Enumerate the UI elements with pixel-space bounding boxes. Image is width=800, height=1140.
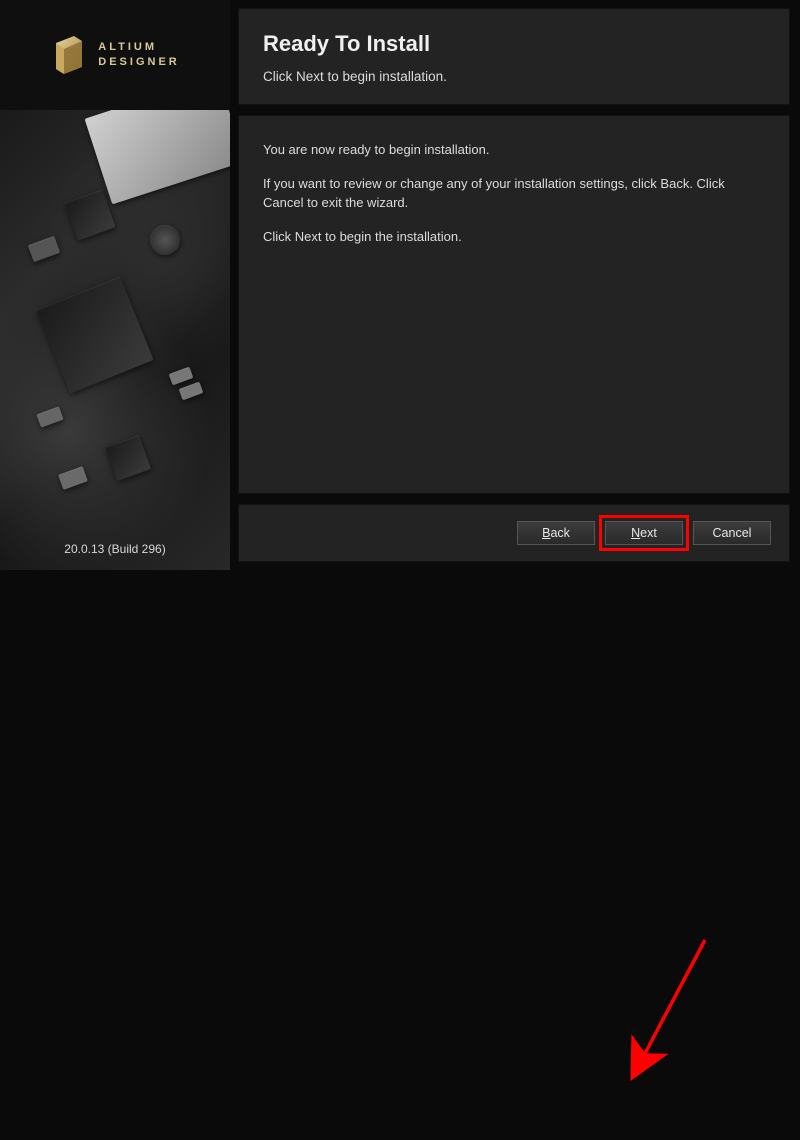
page-title: Ready To Install	[263, 31, 765, 57]
body-text-3: Click Next to begin the installation.	[263, 227, 765, 247]
body-text-2: If you want to review or change any of y…	[263, 174, 765, 213]
pcb-component-icon	[58, 466, 88, 490]
main-content: Ready To Install Click Next to begin ins…	[230, 0, 800, 570]
cancel-button[interactable]: Cancel	[693, 521, 771, 545]
footer-panel: Back Next Cancel	[238, 504, 790, 562]
pcb-component-icon	[179, 382, 204, 401]
pcb-component-icon	[105, 435, 151, 481]
pcb-component-icon	[64, 189, 115, 240]
pcb-component-icon	[36, 276, 153, 393]
back-button-label-rest: ack	[550, 526, 569, 540]
pcb-component-icon	[85, 110, 230, 204]
pcb-component-icon	[36, 406, 63, 427]
back-button[interactable]: Back	[517, 521, 595, 545]
cancel-button-label: Cancel	[713, 526, 752, 540]
version-label: 20.0.13 (Build 296)	[0, 542, 230, 556]
brand-name: ALTIUM DESIGNER	[98, 40, 179, 71]
installer-window: ALTIUM DESIGNER 20.0.13 (Build 296) Read…	[0, 0, 800, 570]
next-button[interactable]: Next	[605, 521, 683, 545]
sidebar-pcb-image: 20.0.13 (Build 296)	[0, 110, 230, 570]
next-button-mnemonic: N	[631, 526, 640, 540]
brand-line-1: ALTIUM	[98, 40, 179, 55]
brand-logo: ALTIUM DESIGNER	[0, 0, 230, 110]
header-panel: Ready To Install Click Next to begin ins…	[238, 8, 790, 105]
body-text-1: You are now ready to begin installation.	[263, 140, 765, 160]
body-panel: You are now ready to begin installation.…	[238, 115, 790, 494]
next-button-wrapper: Next	[605, 521, 683, 545]
page-subtitle: Click Next to begin installation.	[263, 69, 765, 84]
next-button-label-rest: ext	[640, 526, 657, 540]
pcb-component-icon	[146, 221, 184, 259]
pcb-component-icon	[28, 236, 60, 262]
altium-logo-icon	[50, 33, 88, 77]
sidebar: ALTIUM DESIGNER 20.0.13 (Build 296)	[0, 0, 230, 570]
pcb-component-icon	[169, 367, 194, 386]
brand-line-2: DESIGNER	[98, 55, 179, 70]
annotation-arrow-icon	[0, 570, 800, 1140]
